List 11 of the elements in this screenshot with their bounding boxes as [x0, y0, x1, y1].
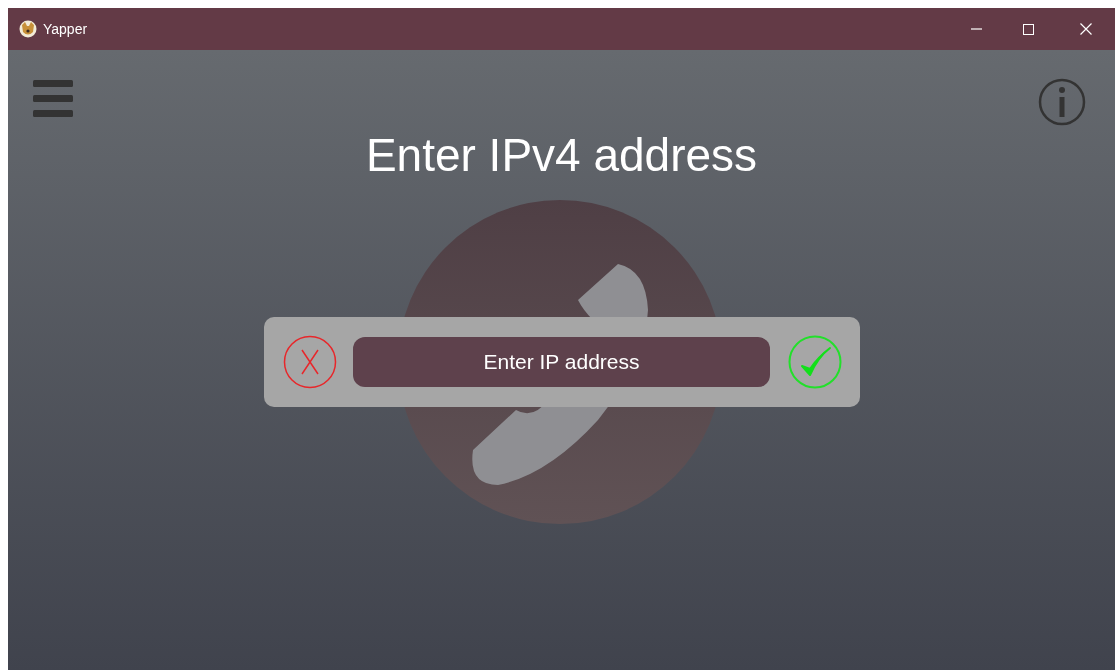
dog-icon	[19, 20, 37, 38]
cancel-icon[interactable]	[283, 335, 337, 389]
check-icon[interactable]	[788, 335, 842, 389]
menu-icon[interactable]	[33, 80, 73, 117]
ip-address-field[interactable]: Enter IP address	[353, 337, 770, 387]
maximize-icon	[1022, 23, 1034, 35]
window-title: Yapper	[43, 19, 88, 39]
minimize-icon	[970, 28, 982, 30]
heading: Enter IPv4 address	[365, 128, 758, 182]
info-icon[interactable]	[1038, 78, 1086, 126]
close-icon	[1080, 23, 1092, 35]
